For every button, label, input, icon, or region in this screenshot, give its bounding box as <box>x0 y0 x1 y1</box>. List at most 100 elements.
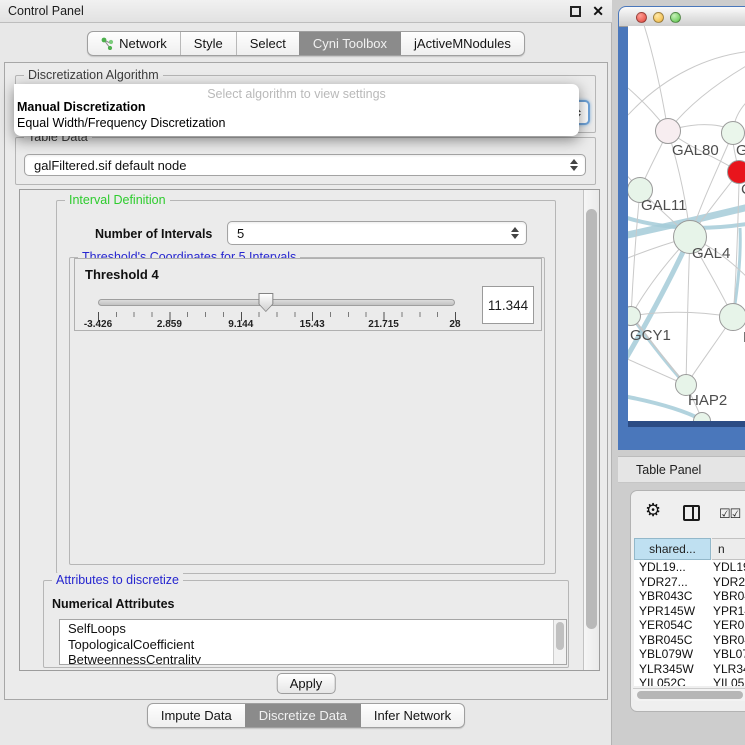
slider-thumb-icon[interactable] <box>258 293 273 312</box>
dropdown-item-equal-width[interactable]: Equal Width/Frequency Discretization <box>14 116 579 132</box>
number-of-intervals-label: Number of Intervals <box>95 227 212 241</box>
tab-infer-network[interactable]: Infer Network <box>360 704 464 727</box>
algorithm-dropdown-popup: Select algorithm to view settings Manual… <box>14 84 579 136</box>
node-label: HAP2 <box>688 392 727 409</box>
tick-label: 21.715 <box>360 319 408 330</box>
cell-shared-name: YLR345W <box>634 662 713 676</box>
column-header-name[interactable]: n <box>712 538 745 560</box>
threshold-value-field[interactable]: 11.344 <box>482 286 534 324</box>
cell-name: YER054C <box>713 618 745 632</box>
cell-shared-name: YER054C <box>634 618 713 632</box>
gear-icon[interactable]: ⚙ <box>645 501 661 519</box>
table-row[interactable]: YER054C YER054C <box>634 618 745 633</box>
table-row[interactable]: YDR27... YDR27... <box>634 575 745 590</box>
number-of-intervals-value: 5 <box>237 226 244 241</box>
bottom-tabbar: Impute Data Discretize Data Infer Networ… <box>147 703 465 728</box>
tick-label: 9.144 <box>217 319 265 330</box>
cell-shared-name: YDR27... <box>634 575 713 589</box>
table-horizontal-scrollbar[interactable] <box>633 688 745 701</box>
cell-name: YPR145W <box>713 604 745 618</box>
pane-scrollbar-thumb[interactable] <box>586 209 597 629</box>
table-row[interactable]: YBL079W YBL079W <box>634 647 745 662</box>
numerical-attributes-label: Numerical Attributes <box>52 597 174 611</box>
network-window: GAL80GACGAL11GAL4GCY1HHAP2 <box>618 6 745 450</box>
cyni-toolbox-page: Discretization Algorithm Table Data galF… <box>4 62 608 700</box>
settings-scrollpane: Interval Definition Number of Intervals … <box>19 189 600 671</box>
minimize-traffic-light[interactable] <box>653 12 664 23</box>
top-tab-row: Network Style Select Cyni Toolbox jActiv… <box>0 31 612 56</box>
select-columns-icon[interactable]: ☑☑ <box>719 506 740 522</box>
table-row[interactable]: YBR043C YBR043C <box>634 589 745 604</box>
table-panel-title: Table Panel <box>636 463 701 477</box>
control-panel: Control Panel ✕ Network Style S <box>0 0 612 745</box>
panel-title: Control Panel <box>8 4 84 18</box>
threshold-panel: Threshold 4 -3.4262.8599.14415.4321.7152… <box>74 258 542 331</box>
number-of-intervals-combobox[interactable]: 5 <box>227 221 527 245</box>
dropdown-item-manual-discretization[interactable]: Manual Discretization <box>14 100 579 116</box>
attribute-items: SelfLoopsTopologicalCoefficientBetweenne… <box>68 621 566 665</box>
table-row[interactable]: YIL052C YIL052C <box>634 676 745 686</box>
top-tabbar: Network Style Select Cyni Toolbox jActiv… <box>87 31 525 56</box>
network-canvas[interactable]: GAL80GACGAL11GAL4GCY1HHAP2 <box>628 26 745 421</box>
tick-label: 15.43 <box>288 319 336 330</box>
zoom-traffic-light[interactable] <box>670 12 681 23</box>
pane-scrollbar[interactable] <box>583 190 599 670</box>
slider-tick-labels: -3.4262.8599.14415.4321.71528 <box>98 319 455 330</box>
cell-name: YBR045C <box>713 633 745 647</box>
control-panel-titlebar: Control Panel ✕ <box>0 0 612 23</box>
spinner-icon <box>511 227 519 239</box>
tab-style[interactable]: Style <box>180 32 236 55</box>
apply-button[interactable]: Apply <box>277 673 336 694</box>
bottom-tab-row: Impute Data Discretize Data Infer Networ… <box>0 703 612 728</box>
network-icon <box>101 37 114 50</box>
table-row[interactable]: YPR145W YPR145W <box>634 604 745 619</box>
threshold-slider[interactable] <box>98 299 455 306</box>
tab-jactivemnodules[interactable]: jActiveMNodules <box>400 32 524 55</box>
cell-shared-name: YIL052C <box>634 676 713 686</box>
table-row[interactable]: YBR045C YBR045C <box>634 633 745 648</box>
spinner-icon <box>570 159 578 171</box>
tick-label: -3.426 <box>74 319 122 330</box>
tab-network-label: Network <box>119 36 167 51</box>
interval-definition-group: Interval Definition Number of Intervals … <box>56 200 556 574</box>
float-window-icon[interactable] <box>570 6 581 17</box>
node-label: GAL11 <box>641 197 687 214</box>
tab-impute-data[interactable]: Impute Data <box>148 704 245 727</box>
table-data-group: Table Data galFiltered.sif default node <box>15 137 596 185</box>
tab-network[interactable]: Network <box>88 32 180 55</box>
right-region: GAL80GACGAL11GAL4GCY1HHAP2 Table Panel ⚙… <box>612 0 745 745</box>
attributes-group: Attributes to discretize Numerical Attri… <box>43 580 569 668</box>
scrollbar-thumb[interactable] <box>637 691 743 699</box>
discretization-algorithm-title: Discretization Algorithm <box>24 68 163 82</box>
cell-name: YDL19... <box>713 560 745 574</box>
network-node[interactable] <box>719 303 745 331</box>
split-columns-icon[interactable] <box>683 505 700 521</box>
node-table: YDL19... YDL19... YDR27... YDR27... YBR0… <box>634 560 745 686</box>
tick-label: 28 <box>431 319 479 330</box>
tab-discretize-data[interactable]: Discretize Data <box>245 704 360 727</box>
close-traffic-light[interactable] <box>636 12 647 23</box>
attribute-item[interactable]: BetweennessCentrality <box>68 652 566 665</box>
column-header-shared-name[interactable]: shared... <box>634 538 711 560</box>
table-row[interactable]: YLR345W YLR345W <box>634 662 745 677</box>
attributes-title: Attributes to discretize <box>52 573 183 587</box>
node-label: GAL4 <box>692 245 730 262</box>
node-label: C <box>741 181 745 198</box>
list-scrollbar[interactable] <box>553 620 566 664</box>
table-panel: ⚙ ☑☑ shared... n YDL19... YDL19... YDR27… <box>630 490 745 712</box>
network-window-titlebar <box>619 7 745 27</box>
table-row[interactable]: YDL19... YDL19... <box>634 560 745 575</box>
screenshot-root: Control Panel ✕ Network Style S <box>0 0 745 745</box>
tab-select[interactable]: Select <box>236 32 299 55</box>
attribute-item[interactable]: SelfLoops <box>68 621 566 637</box>
close-icon[interactable]: ✕ <box>592 6 604 17</box>
table-data-combobox[interactable]: galFiltered.sif default node <box>24 154 586 176</box>
numerical-attributes-list: SelfLoopsTopologicalCoefficientBetweenne… <box>59 619 567 665</box>
attribute-item[interactable]: TopologicalCoefficient <box>68 637 566 653</box>
dropdown-placeholder-item[interactable]: Select algorithm to view settings <box>14 84 579 100</box>
cell-shared-name: YDL19... <box>634 560 713 574</box>
cell-shared-name: YBL079W <box>634 647 713 661</box>
threshold-label: Threshold 4 <box>85 267 159 282</box>
tab-cyni-toolbox[interactable]: Cyni Toolbox <box>299 32 400 55</box>
network-node[interactable] <box>655 118 681 144</box>
